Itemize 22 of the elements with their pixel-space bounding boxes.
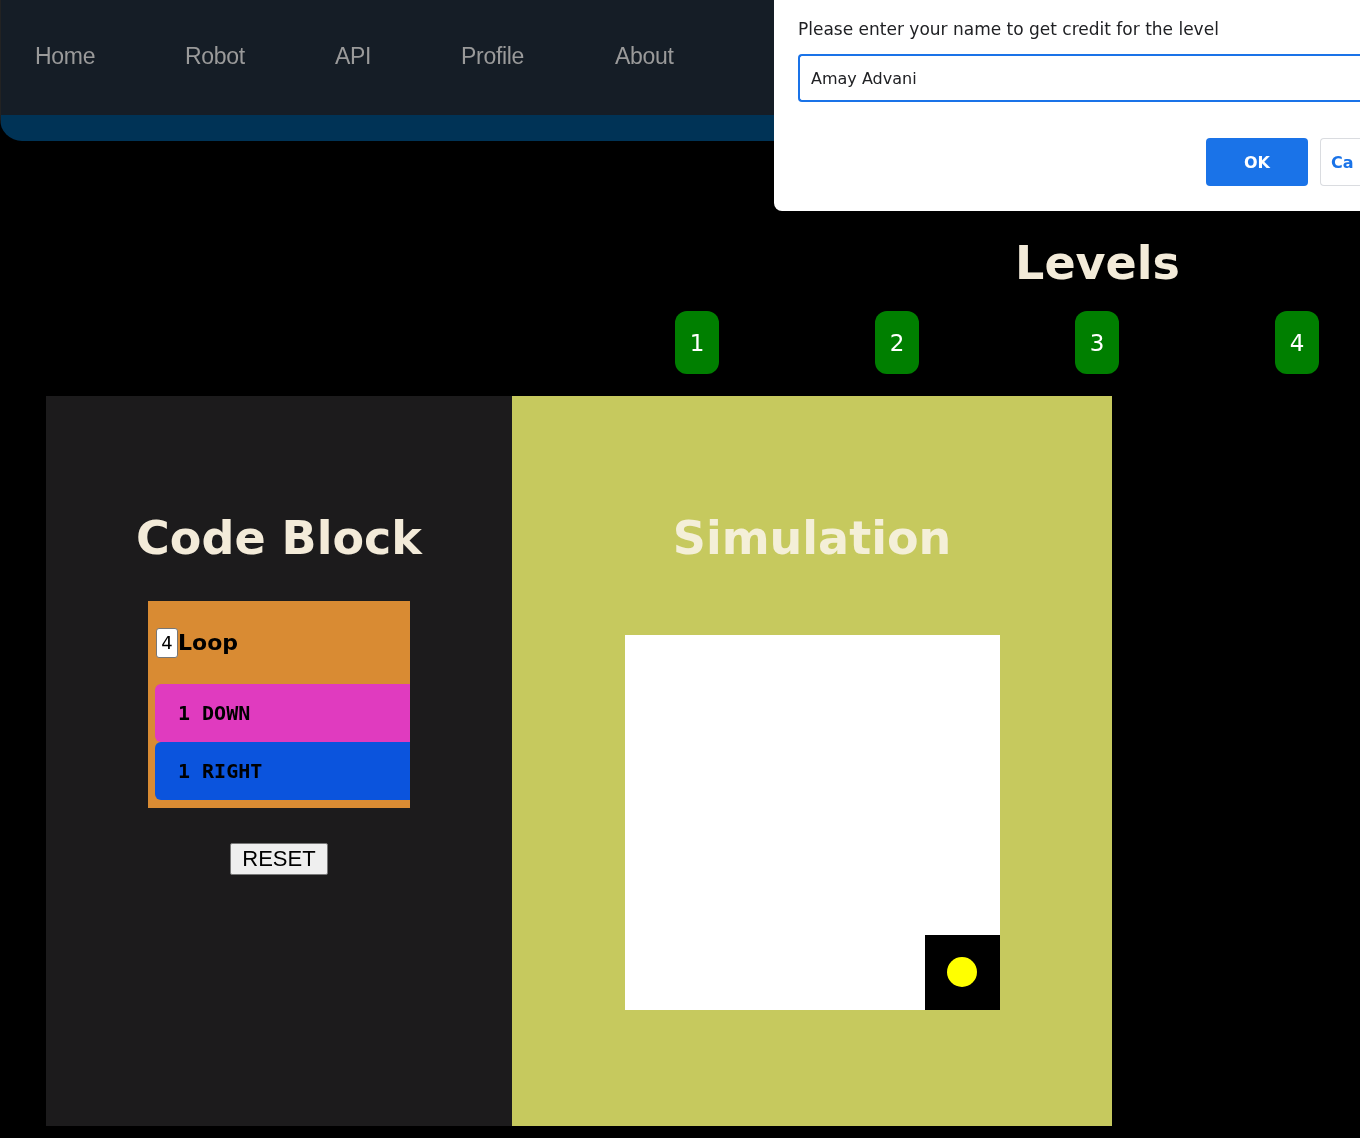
loop-label: Loop bbox=[178, 630, 238, 655]
levels-heading: Levels bbox=[1014, 235, 1181, 292]
loop-block[interactable]: 4 Loop 1 DOWN 1 RIGHT bbox=[148, 601, 410, 808]
command-block[interactable]: 1 RIGHT bbox=[155, 742, 410, 800]
nav-link[interactable]: Home bbox=[35, 43, 185, 70]
level-button[interactable]: 4 bbox=[1275, 311, 1319, 374]
nav-link[interactable]: Profile bbox=[461, 43, 615, 70]
level-button[interactable]: 3 bbox=[1075, 311, 1119, 374]
ok-button[interactable]: OK bbox=[1206, 138, 1308, 186]
loop-count-field[interactable]: 4 bbox=[156, 627, 178, 658]
level-button[interactable]: 1 bbox=[675, 311, 719, 374]
level-button[interactable]: 2 bbox=[875, 311, 919, 374]
prompt-message: Please enter your name to get credit for the level bbox=[798, 18, 1220, 41]
cancel-button[interactable]: Ca bbox=[1320, 138, 1360, 186]
code-block-heading: Code Block bbox=[136, 510, 422, 567]
simulation-heading: Simulation bbox=[672, 510, 952, 567]
command-block[interactable]: 1 DOWN bbox=[155, 684, 410, 742]
nav-link[interactable]: About bbox=[615, 43, 765, 70]
name-field[interactable]: Amay Advani bbox=[798, 54, 1360, 102]
nav-link[interactable]: Robot bbox=[185, 43, 335, 70]
reset-button[interactable]: RESET bbox=[230, 843, 328, 875]
nav-link[interactable]: API bbox=[335, 43, 461, 70]
